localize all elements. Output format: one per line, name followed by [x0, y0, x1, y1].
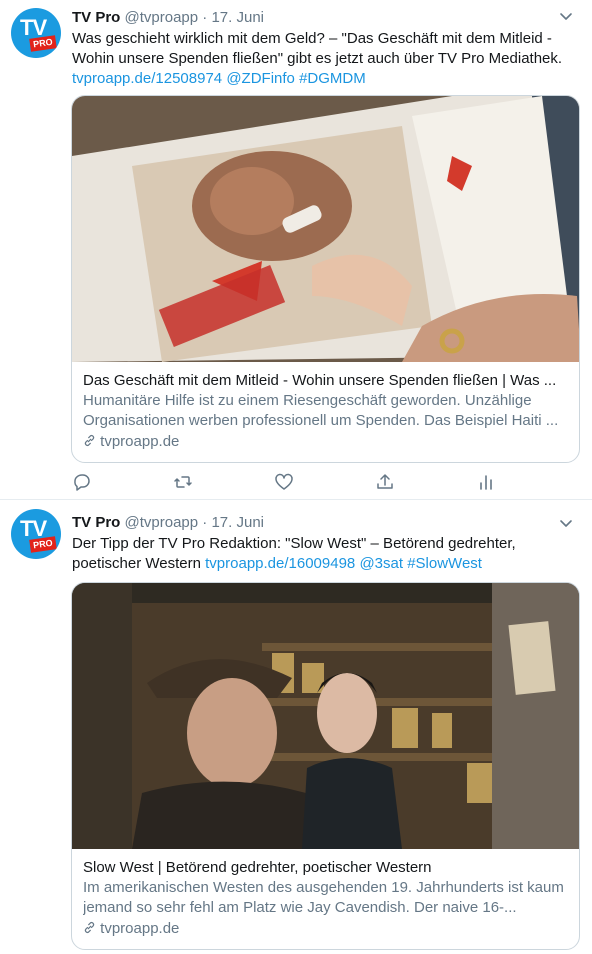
link-icon	[84, 435, 95, 446]
avatar-logo-badge: PRO	[29, 35, 57, 52]
avatar[interactable]: TV PRO	[11, 509, 61, 559]
link-card[interactable]: Slow West | Betörend gedrehter, poetisch…	[71, 582, 580, 950]
card-description: Humanitäre Hilfe ist zu einem Riesengesc…	[83, 392, 559, 429]
tweet-body: Was geschieht wirklich mit dem Geld? – "…	[72, 30, 563, 67]
tweet-text: Der Tipp der TV Pro Redaktion: "Slow Wes…	[72, 534, 582, 574]
tweet-date[interactable]: 17. Juni	[211, 9, 264, 26]
separator-dot: ·	[202, 514, 208, 531]
card-description: Im amerikanischen Westen des ausgehenden…	[83, 879, 564, 916]
user-handle[interactable]: @tvproapp	[125, 9, 199, 26]
reply-icon[interactable]	[72, 472, 92, 492]
user-handle[interactable]: @tvproapp	[125, 514, 199, 531]
tweet-link-hashtag[interactable]: #DGMDM	[299, 70, 366, 87]
card-image-illustration	[72, 96, 579, 362]
tweet[interactable]: TV PRO TV Pro @tvproapp · 17. Juni Der T…	[0, 501, 592, 954]
card-domain: tvproapp.de	[83, 432, 569, 452]
tweet-link-url[interactable]: tvproapp.de/16009498	[205, 555, 355, 572]
card-domain-text: tvproapp.de	[100, 920, 180, 937]
tweet-link-mention[interactable]: @3sat	[359, 555, 403, 572]
share-icon[interactable]	[375, 472, 395, 492]
tweet[interactable]: TV PRO TV Pro @tvproapp · 17. Juni Was g…	[0, 0, 592, 500]
tweet-header: TV Pro @tvproapp · 17. Juni	[72, 8, 264, 28]
card-image	[72, 583, 579, 849]
avatar[interactable]: TV PRO	[11, 8, 61, 58]
avatar-logo-badge: PRO	[29, 536, 57, 553]
tweet-date[interactable]: 17. Juni	[211, 514, 264, 531]
like-icon[interactable]	[274, 472, 294, 492]
card-title[interactable]: Das Geschäft mit dem Mitleid - Wohin uns…	[83, 371, 569, 391]
tweet-header: TV Pro @tvproapp · 17. Juni	[72, 513, 264, 533]
card-image	[72, 96, 579, 362]
chevron-down-icon[interactable]	[558, 515, 574, 531]
analytics-icon[interactable]	[476, 472, 496, 492]
separator-dot: ·	[202, 9, 208, 26]
tweet-actions	[72, 472, 512, 494]
display-name[interactable]: TV Pro	[72, 514, 120, 531]
tweet-link-url[interactable]: tvproapp.de/12508974	[72, 70, 222, 87]
tweet-text: Was geschieht wirklich mit dem Geld? – "…	[72, 29, 582, 89]
chevron-down-icon[interactable]	[558, 8, 574, 24]
retweet-icon[interactable]	[173, 472, 193, 492]
card-image-illustration	[72, 583, 579, 849]
link-icon	[84, 922, 95, 933]
display-name[interactable]: TV Pro	[72, 9, 120, 26]
card-domain: tvproapp.de	[83, 919, 569, 939]
tweet-link-mention[interactable]: @ZDFinfo	[226, 70, 295, 87]
card-title[interactable]: Slow West | Betörend gedrehter, poetisch…	[83, 858, 569, 878]
card-domain-text: tvproapp.de	[100, 433, 180, 450]
tweet-link-hashtag[interactable]: #SlowWest	[407, 555, 482, 572]
link-card[interactable]: Das Geschäft mit dem Mitleid - Wohin uns…	[71, 95, 580, 463]
